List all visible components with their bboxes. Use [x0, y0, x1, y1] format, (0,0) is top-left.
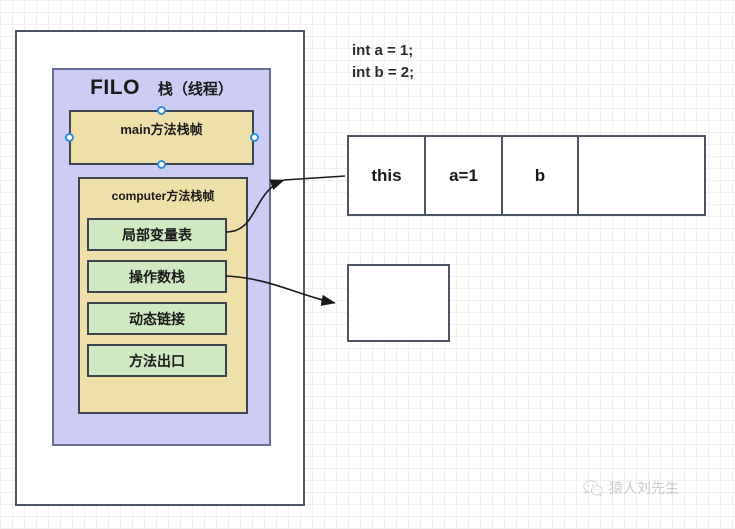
frame-part-local-variable-table[interactable]: 局部变量表 [87, 218, 227, 251]
code-snippet: int a = 1; int b = 2; [352, 40, 414, 84]
code-line-2: int b = 2; [352, 64, 415, 81]
wechat-icon [583, 480, 603, 497]
frame-part-operand-stack[interactable]: 操作数栈 [87, 260, 227, 293]
code-line-1: int a = 1; [352, 42, 414, 59]
lvt-cell-empty [579, 137, 704, 214]
local-variable-table[interactable]: this a=1 b [347, 135, 706, 216]
operand-stack-box[interactable] [347, 264, 450, 342]
frame-part-method-exit[interactable]: 方法出口 [87, 344, 227, 377]
watermark: 猿人刘先生 [583, 478, 679, 498]
stack-title: FILO 栈（线程） [54, 76, 269, 100]
diagram-canvas: FILO 栈（线程） main方法栈帧 computer方法栈帧 局部变量表 操作… [0, 0, 735, 529]
lvt-cell-b: b [503, 137, 579, 214]
thread-label: 栈（线程） [157, 81, 233, 98]
filo-label: FILO [90, 76, 140, 99]
selection-handle-top[interactable] [157, 106, 166, 115]
main-method-frame[interactable]: main方法栈帧 [69, 110, 254, 165]
frame-part-dynamic-linking[interactable]: 动态链接 [87, 302, 227, 335]
lvt-cell-a: a=1 [426, 137, 503, 214]
selection-handle-bottom[interactable] [157, 160, 166, 169]
computer-method-frame-label: computer方法栈帧 [111, 189, 215, 203]
computer-method-frame[interactable]: computer方法栈帧 局部变量表 操作数栈 动态链接 方法出口 [78, 177, 248, 414]
watermark-text: 猿人刘先生 [609, 480, 679, 496]
selection-handle-right[interactable] [250, 133, 259, 142]
selection-handle-left[interactable] [65, 133, 74, 142]
main-method-frame-label: main方法栈帧 [120, 122, 203, 137]
lvt-cell-this: this [349, 137, 426, 214]
